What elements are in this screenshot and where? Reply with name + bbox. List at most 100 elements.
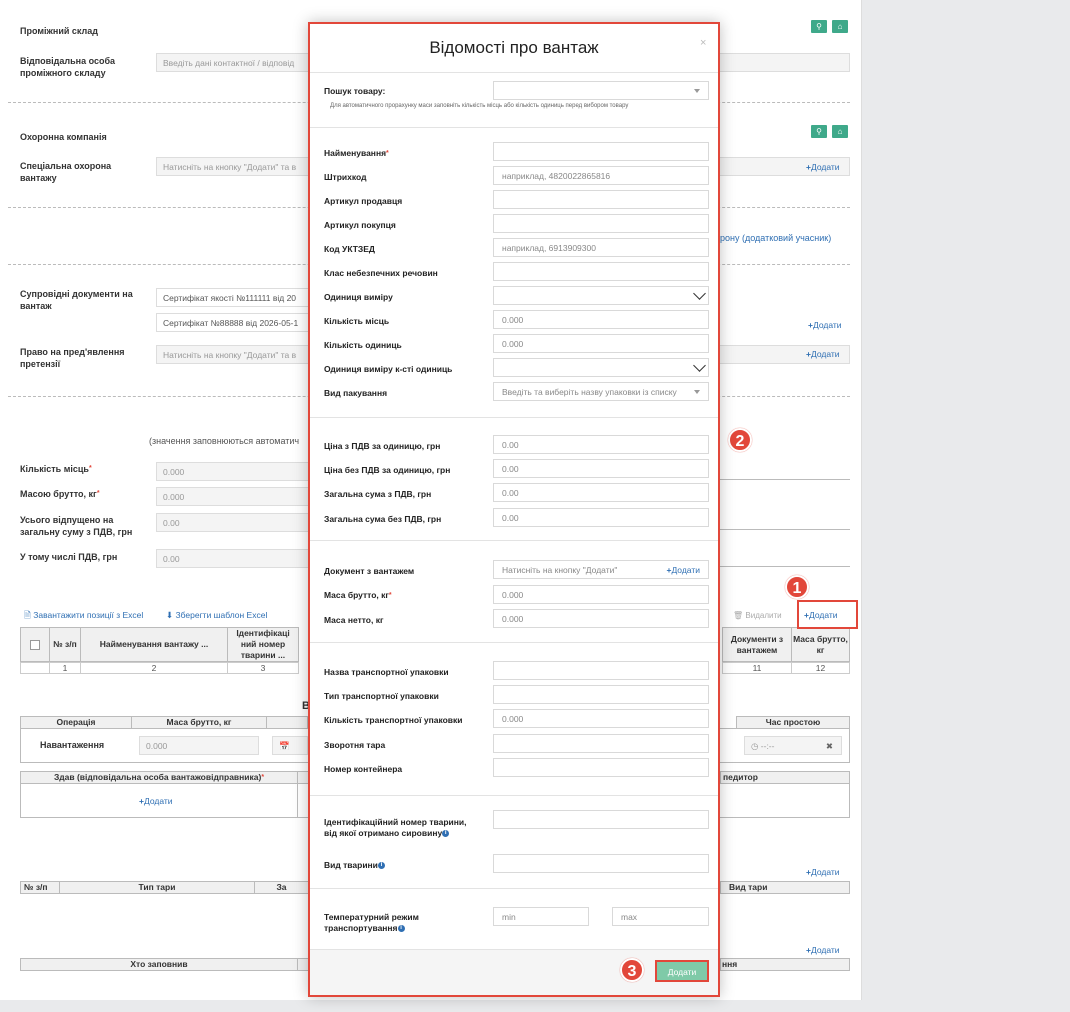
home-icon[interactable]: ⌂ (832, 125, 848, 138)
package-type-label: Вид пакування (324, 388, 388, 398)
animal-id-label: Ідентифікаційний номер тварини, від якої… (324, 817, 467, 838)
gross-input[interactable]: 0.000 (493, 585, 709, 604)
sum-novat-input[interactable]: 0.00 (493, 508, 709, 527)
barcode-label: Штрихкод (324, 172, 367, 182)
transport-pkg-name-input[interactable] (493, 661, 709, 680)
unit-qty-select[interactable] (493, 358, 709, 377)
search-icon[interactable]: ⚲ (811, 125, 827, 138)
additional-party-link[interactable]: рону (додатковий учасник) (720, 233, 831, 243)
transport-pkg-count-input[interactable]: 0.000 (493, 709, 709, 728)
select-all-checkbox[interactable] (30, 639, 40, 650)
caret-down-icon (694, 89, 700, 93)
accompanying-doc-1[interactable]: Сертифікат якості №111111 від 20 (156, 288, 316, 307)
home-icon[interactable]: ⌂ (832, 20, 848, 33)
uktzed-input[interactable]: наприклад, 6913909300 (493, 238, 709, 257)
pkg-num-header: № з/п (20, 881, 60, 894)
highlight-box-add (797, 600, 858, 629)
col-docs-header[interactable]: Документи з вантажем (722, 627, 792, 662)
pkg-za-header: За (254, 881, 309, 894)
add-security-button[interactable]: +Додати (806, 162, 840, 172)
info-icon[interactable]: i (397, 925, 405, 933)
security-company-label: Охоронна компанія (20, 132, 107, 142)
save-template-button[interactable]: ⬇ Зберегти шаблон Excel (166, 610, 267, 621)
col-animal-id-header[interactable]: Ідентифікаці ний номер тварини ... (227, 627, 299, 662)
places-count-value: 0.000 (156, 462, 316, 481)
transport-pkg-type-input[interactable] (493, 685, 709, 704)
special-security-label: Спеціальна охорона вантажу (20, 161, 112, 183)
separator (310, 72, 718, 73)
gross-label: Маса брутто, кг* (324, 590, 392, 600)
col-number-blank (20, 662, 50, 674)
places-count-label: Кількість місць* (20, 464, 92, 474)
sum-vat-input[interactable]: 0.00 (493, 483, 709, 502)
col-gross-header[interactable]: Маса брутто, кг (791, 627, 850, 662)
container-num-input[interactable] (493, 758, 709, 777)
unit-select[interactable] (493, 286, 709, 305)
col-number: 12 (791, 662, 850, 674)
total-vat-label: Усього відпущено на загальну суму з ПДВ,… (20, 515, 133, 537)
col-num-header: № з/п (49, 627, 81, 662)
info-icon[interactable]: i (442, 830, 450, 838)
animal-id-input[interactable] (493, 810, 709, 829)
buyer-article-input[interactable] (493, 214, 709, 233)
claim-right-label: Право на пред'явлення претензії (20, 347, 125, 369)
return-tare-input[interactable] (493, 734, 709, 753)
col-number: 1 (49, 662, 81, 674)
price-vat-input[interactable]: 0.00 (493, 435, 709, 454)
clear-icon[interactable]: ✖ (826, 741, 833, 752)
step-marker-3: 3 (620, 958, 644, 982)
separator (310, 888, 718, 889)
doc-with-cargo-label: Документ з вантажем (324, 566, 415, 576)
idle-time-input[interactable]: ◷ --:-- ✖ (744, 736, 842, 755)
price-novat-input[interactable]: 0.00 (493, 459, 709, 478)
name-input[interactable] (493, 142, 709, 161)
separator (310, 642, 718, 643)
transport-pkg-name-label: Назва транспортної упаковки (324, 667, 449, 677)
add-doc-link[interactable]: +Додати (666, 565, 700, 575)
modal-title: Відомості про вантаж (429, 38, 599, 57)
chevron-down-icon (693, 359, 706, 372)
hazard-class-input[interactable] (493, 262, 709, 281)
units-input[interactable]: 0.000 (493, 334, 709, 353)
doc-with-cargo-input[interactable]: Натисніть на кнопку "Додати" +Додати (493, 560, 709, 579)
caret-down-icon (694, 390, 700, 394)
step-marker-1: 1 (785, 575, 809, 599)
net-label: Маса нетто, кг (324, 615, 384, 625)
net-input[interactable]: 0.000 (493, 609, 709, 628)
col-cargo-name-header[interactable]: Найменування вантажу ... (80, 627, 228, 662)
seller-article-input[interactable] (493, 190, 709, 209)
add-handed-button[interactable]: +Додати (139, 796, 173, 806)
col-number: 2 (80, 662, 228, 674)
col-number: 3 (227, 662, 299, 674)
temp-mode-label: Температурний режим транспортування i (324, 912, 419, 933)
units-label: Кількість одиниць (324, 340, 402, 350)
temp-min-input[interactable]: min (493, 907, 589, 926)
add-doc-button[interactable]: +Додати (808, 320, 842, 330)
calendar-icon[interactable]: 📅 (272, 736, 308, 755)
handed-row-divider (297, 783, 298, 818)
add-filler-button[interactable]: +Додати (806, 945, 840, 955)
places-input[interactable]: 0.000 (493, 310, 709, 329)
temp-max-input[interactable]: max (612, 907, 709, 926)
price-novat-label: Ціна без ПДВ за одиницю, грн (324, 465, 451, 475)
barcode-input[interactable]: наприклад, 4820022865816 (493, 166, 709, 185)
add-claim-button[interactable]: +Додати (806, 349, 840, 359)
total-vat-value: 0.00 (156, 513, 316, 532)
buyer-article-label: Артикул покупця (324, 220, 396, 230)
delete-button[interactable]: 🗑 Видалити (733, 611, 782, 620)
search-product-select[interactable] (493, 81, 709, 100)
search-icon[interactable]: ⚲ (811, 20, 827, 33)
select-all-cell[interactable] (20, 627, 50, 662)
ops-mass-input[interactable]: 0.000 (139, 736, 259, 755)
step-marker-2: 2 (728, 428, 752, 452)
submit-add-button[interactable]: Додати (655, 960, 709, 982)
vat-value: 0.00 (156, 549, 316, 568)
add-packaging-button[interactable]: +Додати (806, 867, 840, 877)
animal-kind-input[interactable] (493, 854, 709, 873)
close-icon[interactable]: × (700, 37, 706, 49)
package-type-select[interactable]: Введіть та виберіть назву упаковки із сп… (493, 382, 709, 401)
load-excel-button[interactable]: 🗎 Завантажити позиції з Excel (24, 610, 143, 624)
accompanying-doc-2[interactable]: Сертифікат №88888 від 2026-05-1 (156, 313, 316, 332)
info-icon[interactable]: i (377, 862, 385, 870)
line (720, 529, 850, 530)
